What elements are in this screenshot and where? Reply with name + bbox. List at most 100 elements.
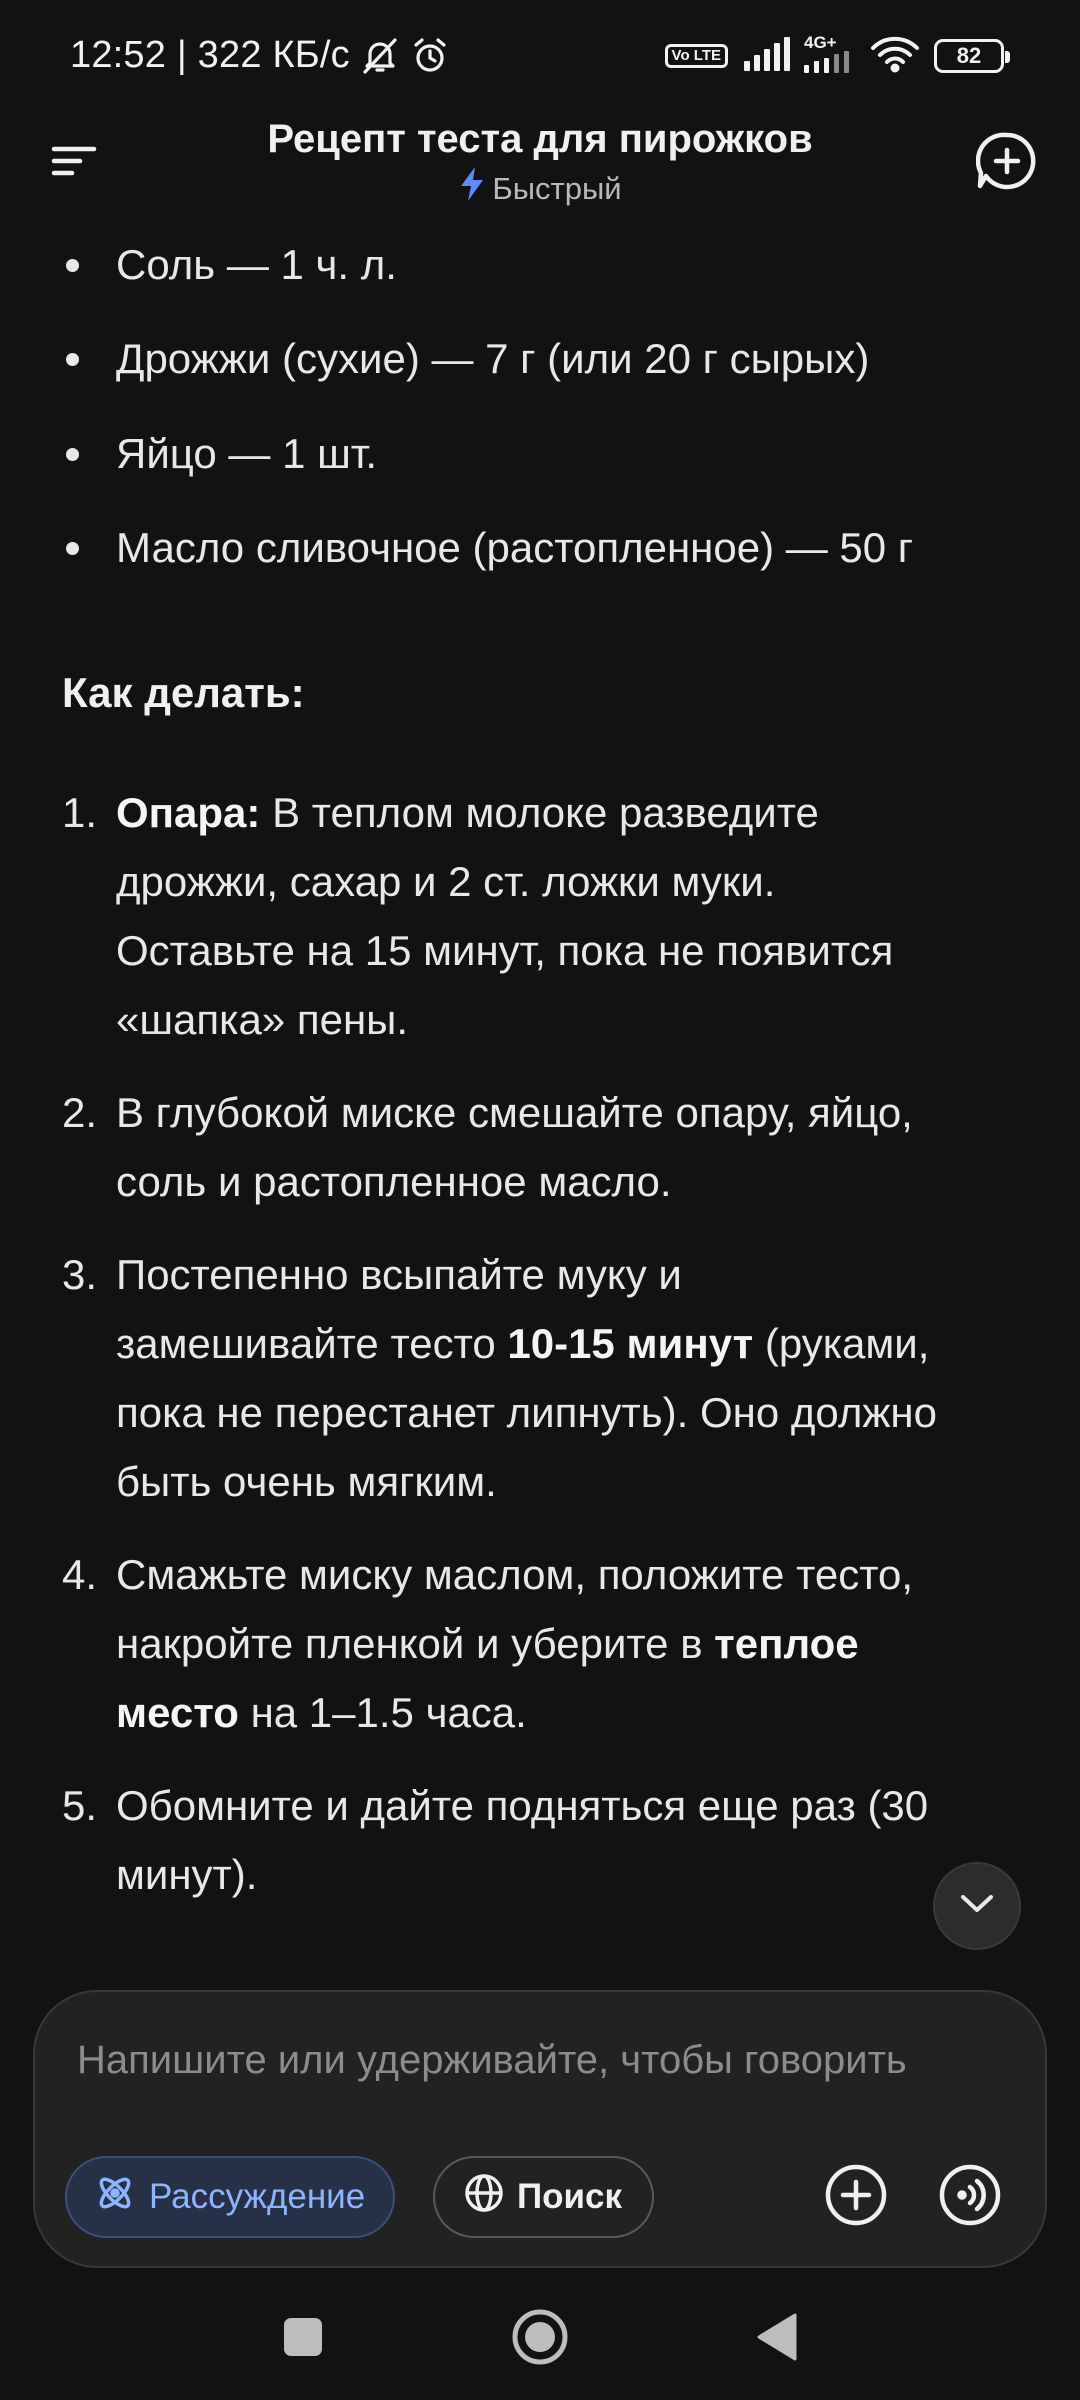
step-segment: быть очень мягким. (116, 1458, 497, 1505)
step-text: Постепенно всыпайте муку и замешивайте те… (116, 1240, 1016, 1516)
network-type-label: 4G+ (804, 33, 837, 52)
step-segment: Смажьте миску маслом, положите тесто, (116, 1551, 913, 1598)
status-bar: 12:52 | 322 КБ/с Vo LTE 4G+ 82 (0, 0, 1080, 115)
ingredient-text: Дрожжи (сухие) — 7 г (или 20 г сырых) (116, 335, 870, 382)
alarm-icon (410, 36, 450, 76)
step-number: 5. (62, 1782, 98, 1829)
message-content: Соль — 1 ч. л. Дрожжи (сухие) — 7 г (или … (0, 230, 1080, 1980)
attach-button[interactable] (821, 2162, 891, 2232)
step-segment: (руками, (753, 1320, 930, 1367)
status-time-speed: 12:52 | 322 КБ/с (70, 34, 350, 76)
plus-circle-icon (824, 2163, 888, 2232)
signal-icon (742, 36, 790, 76)
chat-title-block[interactable]: Рецепт теста для пирожков Быстрый (180, 110, 900, 211)
step-line: Опара: В теплом молоке разведите (116, 778, 1016, 847)
step-segment: дрожжи, сахар и 2 ст. ложки муки. (116, 858, 776, 905)
bullet-dot (66, 542, 79, 555)
home-button[interactable] (505, 2304, 575, 2374)
recents-button[interactable] (268, 2304, 338, 2374)
step-line: Обомните и дайте подняться еще раз (30 (116, 1771, 1016, 1840)
step-segment: Обомните и дайте подняться еще раз (30 (116, 1782, 929, 1829)
step-line: место на 1–1.5 часа. (116, 1678, 1016, 1747)
step-text: В глубокой миске смешайте опару, яйцо, со… (116, 1078, 1016, 1216)
step-segment: замешивайте тесто (116, 1320, 508, 1367)
step-line: быть очень мягким. (116, 1447, 1016, 1516)
ingredient-text: Масло сливочное (растопленное) — 50 г (116, 524, 914, 571)
step-line: Постепенно всыпайте муку и (116, 1240, 1016, 1309)
new-chat-icon (975, 130, 1038, 197)
step-line: минут). (116, 1840, 1016, 1909)
how-to-heading: Как делать: (62, 669, 305, 716)
globe-icon (463, 2172, 505, 2223)
signal2-icon (804, 51, 856, 78)
step-line: накройте пленкой и уберите в теплое (116, 1609, 1016, 1678)
volte-badge: Vo LTE (664, 44, 728, 68)
step-segment: «шапка» пены. (116, 996, 408, 1043)
menu-icon (50, 141, 100, 186)
step-number: 2. (62, 1089, 98, 1136)
ingredient-text: Яйцо — 1 шт. (116, 430, 378, 477)
step-segment: соль и растопленное масло. (116, 1158, 672, 1205)
back-button[interactable] (742, 2304, 812, 2374)
step-segment: минут). (116, 1851, 258, 1898)
step-line: замешивайте тесто 10-15 минут (руками, (116, 1309, 1016, 1378)
back-triangle-icon (755, 2313, 799, 2366)
home-circle-icon (510, 2307, 570, 2372)
step-line: «шапка» пены. (116, 985, 1016, 1054)
step-segment: пока не перестанет липнуть). Оно должно (116, 1389, 937, 1436)
step-text: Обомните и дайте подняться еще раз (30 ми… (116, 1771, 1016, 1909)
chevron-down-icon (959, 1893, 995, 1920)
step-line: Смажьте миску маслом, положите тесто, (116, 1540, 1016, 1609)
system-nav-bar (0, 2280, 1080, 2400)
new-chat-button[interactable] (972, 128, 1042, 198)
battery-level: 82 (956, 43, 982, 68)
bullet-dot (66, 353, 79, 366)
reasoning-toggle[interactable]: Рассуждение (65, 2156, 396, 2238)
scroll-down-button[interactable] (933, 1862, 1021, 1950)
square-icon (283, 2317, 323, 2362)
step-emphasis: Опара: (116, 789, 261, 836)
atom-icon (93, 2171, 137, 2224)
voice-wave-icon (938, 2163, 1002, 2232)
model-mode[interactable]: Быстрый (458, 167, 622, 211)
step-text: Смажьте миску маслом, положите тесто, нак… (116, 1540, 1016, 1747)
step-number: 3. (62, 1251, 98, 1298)
step-line: пока не перестанет липнуть). Оно должно (116, 1378, 1016, 1447)
step-segment: на 1–1.5 часа. (238, 1689, 527, 1736)
step-emphasis: теплое (714, 1620, 859, 1667)
menu-button[interactable] (40, 128, 110, 198)
mute-icon (360, 36, 400, 76)
model-mode-label: Быстрый (492, 171, 622, 206)
search-toggle[interactable]: Поиск (433, 2156, 655, 2238)
step-line: дрожжи, сахар и 2 ст. ложки муки. (116, 847, 1016, 916)
step-number: 1. (62, 789, 98, 836)
step-segment: В теплом молоке разведите (260, 789, 819, 836)
voice-button[interactable] (935, 2162, 1005, 2232)
message-input[interactable] (77, 2030, 1017, 2090)
step-segment: накройте пленкой и уберите в (116, 1620, 715, 1667)
battery-indicator: 82 (934, 39, 1010, 73)
reasoning-label: Рассуждение (149, 2177, 366, 2216)
status-right: Vo LTE 4G+ 82 (664, 34, 1010, 78)
app-bar: Рецепт теста для пирожков Быстрый (0, 110, 1080, 220)
step-emphasis: место (116, 1689, 239, 1736)
step-segment: В глубокой миске смешайте опару, яйцо, (116, 1089, 913, 1136)
search-label: Поиск (517, 2177, 623, 2216)
lightning-icon (458, 167, 486, 211)
step-number: 4. (62, 1551, 98, 1598)
bullet-dot (66, 448, 79, 461)
step-emphasis: 10-15 минут (507, 1320, 754, 1367)
step-segment: Постепенно всыпайте муку и (116, 1251, 682, 1298)
status-left: 12:52 | 322 КБ/с (70, 34, 450, 77)
screen: 12:52 | 322 КБ/с Vo LTE 4G+ 82 Рецепт те… (0, 0, 1080, 2400)
step-line: соль и растопленное масло. (116, 1147, 1016, 1216)
step-line: В глубокой миске смешайте опару, яйцо, (116, 1078, 1016, 1147)
step-line: Оставьте на 15 минут, пока не появится (116, 916, 1016, 985)
signal2-group: 4G+ (804, 34, 856, 78)
chat-title: Рецепт теста для пирожков (267, 117, 813, 161)
ingredient-text: Соль — 1 ч. л. (116, 241, 397, 288)
wifi-icon (870, 35, 920, 78)
step-text: Опара: В теплом молоке разведите дрожжи, … (116, 778, 1016, 1054)
bullet-dot (66, 259, 79, 272)
step-segment: Оставьте на 15 минут, пока не появится (116, 927, 894, 974)
